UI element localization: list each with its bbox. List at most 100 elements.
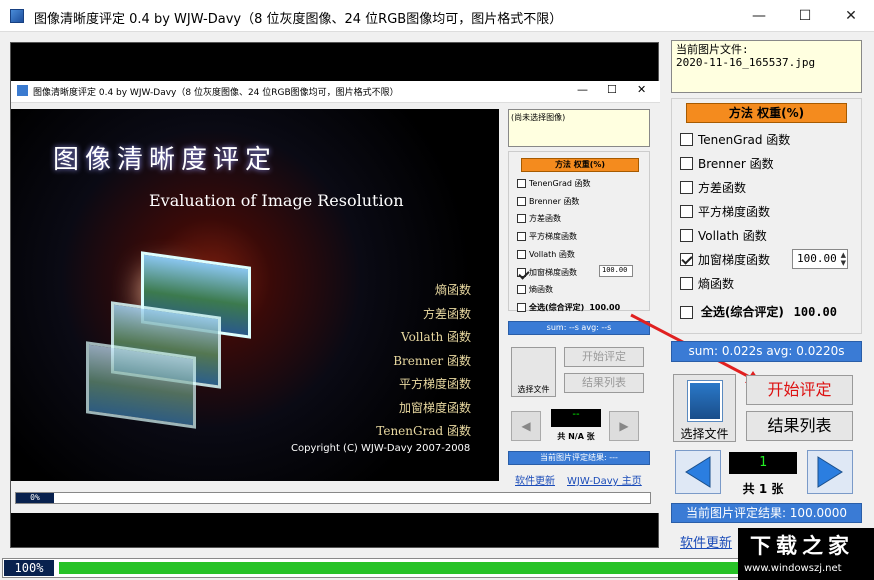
inner-select-all-checkbox (517, 302, 526, 312)
landscape-card-3 (86, 341, 196, 429)
method-label: TenenGrad 函数 (698, 133, 791, 147)
prev-arrow-icon (685, 456, 711, 488)
splash-subtitle: Evaluation of Image Resolution (149, 191, 404, 210)
method-row[interactable]: 平方梯度函数 (680, 203, 860, 221)
splash-item: Vollath 函数 (401, 330, 471, 344)
inner-method-label: 熵函数 (529, 285, 553, 295)
inner-method-label: 加窗梯度函数 (529, 267, 577, 277)
current-file-box: 当前图片文件: 2020-11-16_165537.jpg (671, 40, 862, 93)
minimize-button[interactable]: — (736, 0, 782, 32)
weight-spinner[interactable]: 100.00 ▲ ▼ (792, 249, 848, 269)
inner-methods-group: 方法 权重(%) TenenGrad 函数 Brenner 函数 方差函数 平方梯度函… (508, 151, 650, 312)
method-row[interactable]: 方差函数 (680, 179, 860, 197)
window-title: 图像清晰度评定 0.4 by WJW-Davy（8 位灰度图像、24 位RGB图… (34, 12, 563, 27)
inner-method-checkbox (517, 214, 526, 224)
inner-method-checkbox (517, 285, 526, 295)
folder-icon (688, 381, 722, 421)
results-button[interactable]: 结果列表 (746, 411, 853, 441)
spinner-arrows-icon[interactable]: ▲ ▼ (841, 251, 846, 267)
watermark-name: 下载之家 (750, 534, 854, 558)
maximize-button[interactable]: ☐ (782, 0, 828, 32)
choose-file-button[interactable]: 选择文件 (673, 374, 736, 442)
inner-method-row: 平方梯度函数 (517, 231, 577, 243)
progress-bar: 100% (2, 558, 792, 578)
method-checkbox[interactable] (680, 205, 693, 218)
image-total: 共 1 张 (742, 482, 784, 496)
method-label: 熵函数 (698, 277, 735, 291)
method-checkbox[interactable] (680, 253, 693, 266)
method-row[interactable]: Brenner 函数 (680, 155, 860, 173)
inner-file-box: (尚未选择图像) (508, 109, 650, 147)
inner-minimize-icon: — (577, 83, 588, 96)
inner-method-checkbox (517, 179, 526, 188)
splash-item: Brenner 函数 (393, 353, 471, 368)
inner-select-all-value: 100.00 (589, 302, 621, 312)
inner-weight-value: 100.00 (599, 264, 633, 277)
image-counter: 1 (729, 452, 797, 474)
methods-group: 方法 权重(%) TenenGrad 函数 Brenner 函数 方差函数平方梯度函… (671, 98, 862, 334)
current-file-label: 当前图片文件: (676, 43, 749, 56)
inner-maximize-icon: ☐ (607, 83, 617, 96)
watermark: 下载之家 www.windowszj.net (738, 528, 874, 580)
next-arrow-icon (817, 456, 843, 488)
inner-method-checkbox (517, 196, 526, 206)
splash-method-list: 熵函数 方差函数 Vollath 函数 Brenner 函数 平方梯度函数 加窗… (376, 279, 471, 444)
method-row[interactable]: Vollath 函数 (680, 227, 860, 245)
inner-method-label: TenenGrad 函数 (529, 179, 591, 188)
inner-progress-label: 0% (16, 493, 54, 503)
method-label: Brenner 函数 (698, 157, 774, 171)
current-file-name: 2020-11-16_165537.jpg (676, 56, 816, 69)
splash-item: 平方梯度函数 (398, 377, 471, 391)
close-button[interactable]: ✕ (828, 0, 874, 32)
method-checkbox[interactable] (680, 229, 693, 242)
splash-item: 熵函数 (434, 283, 471, 297)
update-link[interactable]: 软件更新 (680, 532, 732, 551)
inner-method-row: 熵函数 (517, 284, 553, 296)
method-checkbox[interactable] (680, 181, 693, 194)
inner-homepage-link: WJW-Davy 主页 (567, 476, 642, 487)
method-checkbox[interactable] (680, 157, 693, 170)
inner-method-label: Vollath 函数 (529, 249, 575, 259)
method-row[interactable]: 熵函数 (680, 275, 860, 293)
inner-result-bar: 当前图片评定结果: --- (508, 451, 650, 465)
splash-art: 图像清晰度评定 Evaluation of Image Resolution 熵… (11, 109, 499, 481)
inner-next-icon: ▶ (609, 411, 639, 441)
inner-app-icon (17, 85, 28, 96)
method-label: 平方梯度函数 (698, 205, 771, 219)
loaded-image: 图像清晰度评定 0.4 by WJW-Davy（8 位灰度图像、24 位RGB图… (11, 81, 660, 513)
splash-item: 加窗梯度函数 (398, 400, 471, 415)
method-checkbox[interactable] (680, 277, 693, 290)
inner-method-row: Brenner 函数 (517, 196, 579, 208)
method-label: Vollath 函数 (698, 229, 767, 243)
method-row[interactable]: TenenGrad 函数 (680, 131, 860, 149)
next-button[interactable] (807, 450, 853, 494)
weight-value: 100.00 (797, 252, 837, 265)
method-label: 加窗梯度函数 (698, 253, 771, 267)
method-checkbox[interactable] (680, 133, 693, 146)
inner-update-link: 软件更新 (515, 476, 555, 487)
start-button[interactable]: 开始评定 (746, 375, 853, 405)
method-row[interactable]: 加窗梯度函数 100.00 ▲ ▼ (680, 249, 860, 269)
image-viewport: 图像清晰度评定 0.4 by WJW-Davy（8 位灰度图像、24 位RGB图… (10, 42, 762, 548)
app-icon (10, 9, 24, 23)
inner-method-label: 平方梯度函数 (529, 232, 577, 242)
methods-header: 方法 权重(%) (686, 103, 847, 123)
inner-method-checkbox (517, 232, 526, 242)
inner-titlebar: 图像清晰度评定 0.4 by WJW-Davy（8 位灰度图像、24 位RGB图… (11, 81, 660, 103)
inner-close-icon: ✕ (637, 83, 647, 96)
watermark-url: www.windowszj.net (744, 563, 842, 574)
inner-method-checkbox (517, 249, 526, 259)
inner-select-all-label: 全选(综合评定) (529, 302, 585, 312)
stats-bar: sum: 0.022s avg: 0.0220s (671, 341, 862, 362)
progress-label: 100% (4, 560, 54, 576)
select-all-checkbox[interactable] (680, 306, 693, 319)
prev-button[interactable] (675, 450, 721, 494)
inner-window-title: 图像清晰度评定 0.4 by WJW-Davy（8 位灰度图像、24 位RGB图… (33, 88, 399, 98)
inner-method-row: TenenGrad 函数 (517, 178, 591, 190)
select-all-row[interactable]: 全选(综合评定) 100.00 (680, 303, 837, 320)
title-bar: 图像清晰度评定 0.4 by WJW-Davy（8 位灰度图像、24 位RGB图… (0, 0, 874, 32)
splash-title: 图像清晰度评定 (53, 145, 278, 175)
inner-progress-bar: 0% (15, 492, 651, 504)
progress-fill (59, 562, 789, 574)
method-label: 方差函数 (698, 181, 747, 195)
